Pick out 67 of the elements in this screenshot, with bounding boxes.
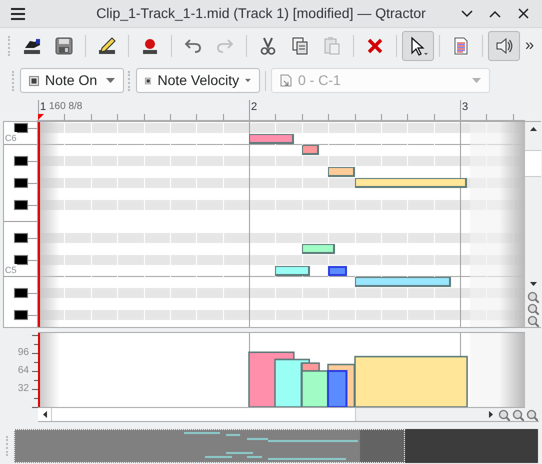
dropdown[interactable]: Note Velocity: [136, 68, 260, 93]
midi-note[interactable]: [354, 178, 467, 188]
record-icon: [140, 36, 160, 56]
zoom-icon: [498, 408, 510, 420]
velocity-label: 96: [18, 347, 29, 359]
scrollbar-thumb[interactable]: [525, 150, 541, 177]
zoom-button[interactable]: [511, 408, 525, 421]
tempo-signature: 160 8/8: [49, 101, 82, 113]
midi-note[interactable]: [354, 277, 451, 287]
dropdown-arrow-icon: [106, 78, 115, 83]
velocity-bar[interactable]: [274, 358, 310, 407]
zoom-button[interactable]: [525, 315, 541, 327]
scrollbar-thumb[interactable]: [51, 408, 356, 421]
speaker-button[interactable]: [488, 31, 520, 61]
chevron-up-icon: [489, 10, 501, 18]
scroll-left-button[interactable]: [38, 408, 51, 421]
select-button[interactable]: [402, 31, 434, 61]
arrow-up-icon: [530, 127, 536, 131]
speaker-icon: [494, 36, 514, 56]
velocity-bar[interactable]: [301, 370, 329, 407]
zoom-icon: [527, 303, 539, 315]
sharp-key[interactable]: [14, 123, 28, 133]
dropdown-arrow-icon: [472, 78, 481, 83]
bar-number: 1: [40, 101, 46, 113]
zoom-button[interactable]: [525, 408, 539, 421]
arrow-right-icon: [488, 411, 492, 418]
midi-note[interactable]: [275, 266, 310, 276]
zoom-button[interactable]: [525, 291, 541, 303]
sharp-key[interactable]: [14, 255, 28, 265]
velocity-bar[interactable]: [248, 352, 295, 407]
paste-icon: [322, 36, 342, 56]
velocity-bar[interactable]: [354, 356, 468, 407]
zoom-button[interactable]: [525, 303, 541, 315]
velocity-label: 32: [18, 383, 29, 395]
zoom-button[interactable]: [497, 408, 511, 421]
chevron-down-icon: [461, 10, 473, 18]
arrow-left-icon: [42, 411, 46, 418]
file-icon: [280, 74, 292, 87]
octave-label: C5: [5, 264, 17, 276]
zoom-icon: [527, 291, 539, 303]
midi-note[interactable]: [302, 145, 319, 155]
velocity-bar[interactable]: [327, 370, 348, 407]
scissors-icon: [258, 36, 278, 56]
midi-note[interactable]: [328, 167, 354, 177]
close-icon: [518, 8, 528, 19]
zoom-icon: [526, 408, 538, 420]
window-title: Clip_1-Track_1-1.mid (Track 1) [modified] — Qtractor: [95, 4, 427, 23]
velocity-bar[interactable]: [301, 362, 320, 372]
zoom-icon: [527, 315, 539, 327]
square-icon: [29, 76, 39, 86]
arrow-down-icon: [530, 282, 536, 286]
dropdown-arrow-icon: [245, 78, 251, 83]
bar-number: 2: [251, 101, 258, 113]
pencil-icon: [97, 36, 117, 56]
octave-label: C6: [5, 132, 17, 144]
copy-icon: [290, 36, 310, 56]
overflow-button[interactable]: »: [523, 34, 536, 58]
midi-note[interactable]: [302, 244, 335, 254]
bar-number: 3: [462, 101, 468, 113]
save-icon: [54, 36, 74, 56]
menu-icon: [11, 8, 25, 20]
delete-icon: [365, 36, 385, 56]
zoom-icon: [512, 408, 524, 420]
hand-tray-icon: [22, 36, 42, 56]
velocity-label: 64: [18, 365, 29, 377]
square-icon: [145, 76, 152, 86]
dropdown[interactable]: Note On: [20, 68, 124, 93]
